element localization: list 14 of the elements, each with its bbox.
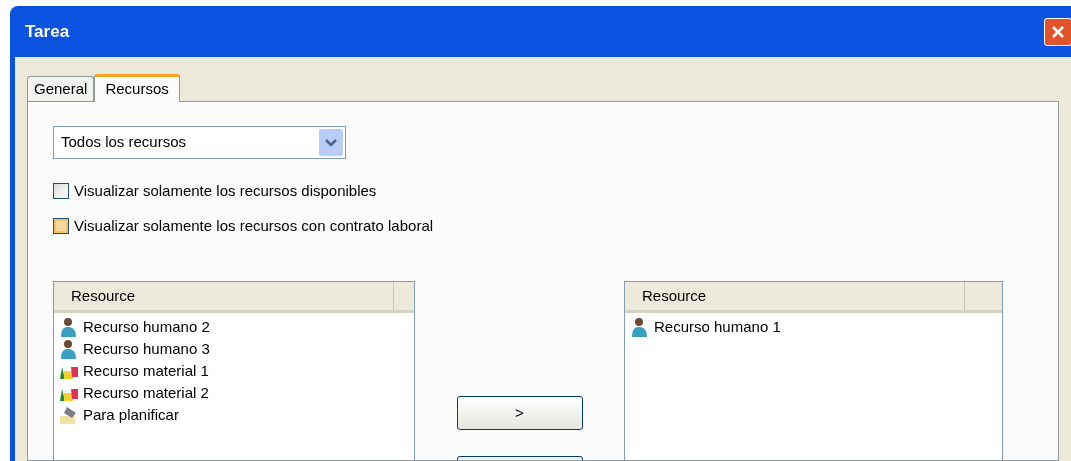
list-item[interactable]: Recurso material 2 [59, 382, 414, 404]
tab[interactable]: General [27, 76, 95, 101]
list-item[interactable]: Recurso humano 2 [59, 316, 414, 338]
list-item[interactable]: Para planificar [59, 404, 414, 426]
tab[interactable]: Recursos [94, 74, 180, 102]
checkbox-label: Visualizar solamente los recursos disponibles [74, 181, 377, 201]
filter-dropdown[interactable]: Todos los recursos [53, 126, 346, 159]
dropdown-value: Todos los recursos [61, 132, 187, 153]
window-title: Tarea [25, 20, 70, 43]
list-item[interactable]: Recurso material 1 [59, 360, 414, 382]
list-item[interactable]: Recurso humano 1 [630, 316, 1002, 338]
move-button[interactable]: > [456, 396, 583, 430]
list-item[interactable]: Recurso humano 3 [59, 338, 414, 360]
checkbox-label: Visualizar solamente los recursos con contrato laboral [74, 215, 434, 236]
